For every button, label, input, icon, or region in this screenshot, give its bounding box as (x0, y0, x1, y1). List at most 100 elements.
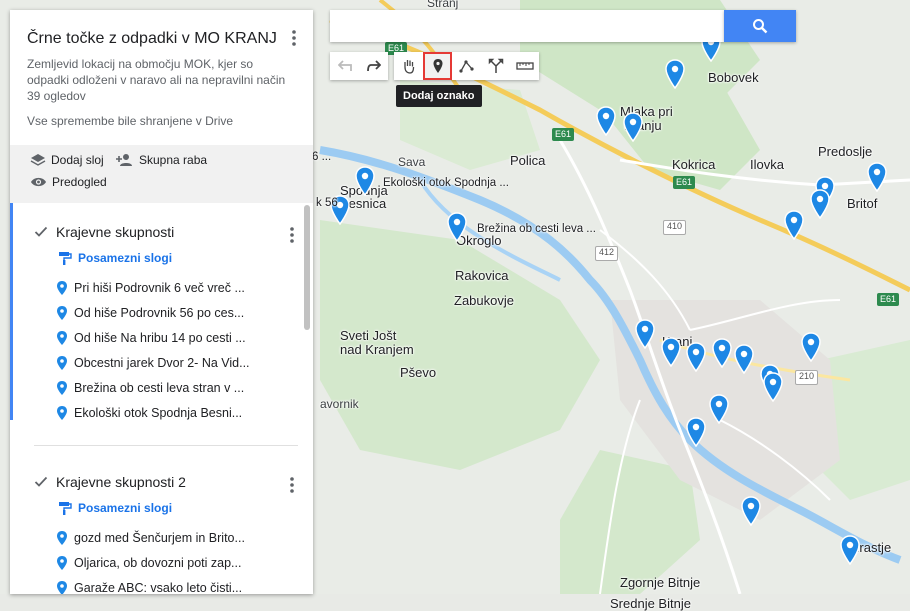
hand-icon (403, 60, 414, 74)
map-options-menu[interactable] (288, 28, 300, 48)
feature-item[interactable]: Brežina ob cesti leva stran v ... (56, 380, 244, 396)
map-marker-pin[interactable] (740, 496, 762, 527)
redo-button[interactable] (359, 52, 388, 80)
map-marker-pin[interactable] (595, 106, 617, 137)
map-pin-icon (686, 342, 706, 373)
feature-item[interactable]: Oljarica, ob dovozni poti zap... (56, 555, 241, 571)
map-pin-icon (709, 394, 729, 425)
map-pin-icon (635, 319, 655, 350)
feature-item[interactable]: gozd med Šenčurjem in Brito... (56, 530, 245, 546)
more-vert-icon (290, 227, 294, 243)
add-marker-button[interactable] (423, 52, 452, 80)
map-toolbar (330, 52, 539, 80)
search-input[interactable] (330, 10, 724, 42)
share-button[interactable]: Skupna raba (116, 153, 207, 167)
marker-pin-icon (57, 381, 67, 395)
map-marker-pin[interactable] (664, 59, 686, 90)
map-pin-icon (741, 496, 761, 527)
feature-item[interactable]: Od hiše Podrovnik 56 po ces... (56, 305, 244, 321)
preview-button[interactable]: Predogled (30, 175, 107, 189)
feature-name: Ekološki otok Spodnja Besni... (74, 406, 243, 420)
layer-options-menu[interactable] (286, 225, 298, 245)
map-marker-pin[interactable] (622, 112, 644, 143)
map-marker-pin[interactable] (634, 319, 656, 350)
road-number-badge: E61 (877, 293, 900, 306)
paint-roller-icon (59, 502, 72, 515)
map-place-label: Polica (510, 153, 546, 168)
map-marker-pin[interactable] (354, 166, 376, 197)
map-place-label: Kokrica (672, 157, 716, 172)
map-marker-pin[interactable] (685, 417, 707, 448)
map-description[interactable]: Zemljevid lokacij na območju MOK, kjer s… (27, 56, 289, 104)
map-marker-pin[interactable] (708, 394, 730, 425)
map-marker-pin[interactable] (711, 338, 733, 369)
feature-item[interactable]: Ekološki otok Spodnja Besni... (56, 405, 242, 421)
marker-pin-icon (57, 531, 67, 545)
checkbox-checked-icon[interactable] (34, 476, 48, 488)
map-marker-label: 6 ... (312, 151, 332, 163)
map-marker-pin[interactable] (660, 337, 682, 368)
feature-name: Garaže ABC: vsako leto čisti... (74, 581, 243, 594)
layer-divider (34, 445, 298, 446)
paint-roller-icon (59, 252, 72, 265)
map-marker-pin[interactable] (866, 162, 888, 193)
map-marker-pin[interactable] (685, 342, 707, 373)
map-title[interactable]: Črne točke z odpadki v MO KRANJ (27, 30, 277, 48)
add-layer-button[interactable]: Dodaj sloj (30, 153, 104, 167)
feature-item[interactable]: Pri hiši Podrovnik 6 več vreč ... (56, 280, 245, 296)
layer-style-link[interactable]: Posamezni slogi (58, 501, 172, 515)
checkbox-checked-icon[interactable] (34, 226, 48, 238)
layers-icon (30, 154, 46, 166)
map-pin-icon (665, 59, 685, 90)
map-place-label: Sveti Jošt (340, 328, 397, 343)
map-pin-icon (734, 344, 754, 375)
undo-button[interactable] (330, 52, 359, 80)
map-place-label: Rakovica (455, 268, 509, 283)
map-pin-icon (784, 210, 804, 241)
description-text: Zemljevid lokacij na območju MOK, kjer s… (27, 57, 286, 87)
feature-item[interactable]: Od hiše Na hribu 14 po cesti ... (56, 330, 246, 346)
map-marker-pin[interactable] (809, 189, 831, 220)
map-marker-pin[interactable] (783, 210, 805, 241)
map-place-label: Bobovek (708, 70, 759, 85)
feature-item[interactable]: Garaže ABC: vsako leto čisti... (56, 580, 242, 594)
layer-name: Krajevne skupnosti 2 (56, 474, 186, 490)
map-marker-pin[interactable] (733, 344, 755, 375)
map-pin-icon (840, 535, 860, 566)
map-marker-pin[interactable] (839, 535, 861, 566)
feature-item[interactable]: Obcestni jarek Dvor 2- Na Vid... (56, 355, 250, 371)
preview-label: Predogled (52, 175, 107, 189)
pan-hand-button[interactable] (394, 52, 423, 80)
add-layer-label: Dodaj sloj (51, 153, 104, 167)
layer-block: Krajevne skupnosti Posamezni slogi Pri hiš… (10, 203, 313, 425)
draw-line-button[interactable] (452, 52, 481, 80)
map-place-label: Zgornje Bitnje (620, 575, 701, 590)
feature-name: Brežina ob cesti leva stran v ... (74, 381, 245, 395)
marker-pin-icon (57, 281, 67, 295)
feature-name: Od hiše Podrovnik 56 po ces... (74, 306, 245, 320)
layer-options-menu[interactable] (286, 475, 298, 495)
marker-pin-icon (433, 59, 442, 73)
feature-name: Oljarica, ob dovozni poti zap... (74, 556, 242, 570)
map-marker-pin[interactable] (762, 372, 784, 403)
marker-pin-icon (57, 581, 67, 594)
layer-style-label: Posamezni slogi (78, 251, 173, 265)
map-place-label: Zabukovje (454, 293, 514, 308)
layer-header[interactable]: Krajevne skupnosti 2 (34, 474, 186, 490)
more-vert-icon (292, 30, 296, 46)
layer-header[interactable]: Krajevne skupnosti (34, 224, 174, 240)
directions-icon (488, 58, 503, 73)
road-number-badge: E61 (673, 176, 696, 189)
directions-button[interactable] (481, 52, 510, 80)
layers-list: Krajevne skupnosti Posamezni slogi Pri hiš… (10, 203, 313, 594)
map-marker-pin[interactable] (446, 212, 468, 243)
map-pin-icon (810, 189, 830, 220)
map-pin-icon (712, 338, 732, 369)
search-button[interactable] (724, 10, 796, 42)
panel-action-bar: Dodaj sloj Skupna raba Predogled (10, 145, 313, 203)
map-marker-pin[interactable] (800, 332, 822, 363)
layer-style-link[interactable]: Posamezni slogi (58, 251, 172, 265)
measure-button[interactable] (510, 52, 539, 80)
map-place-label: Britof (847, 196, 878, 211)
road-number-badge: 210 (795, 370, 819, 385)
